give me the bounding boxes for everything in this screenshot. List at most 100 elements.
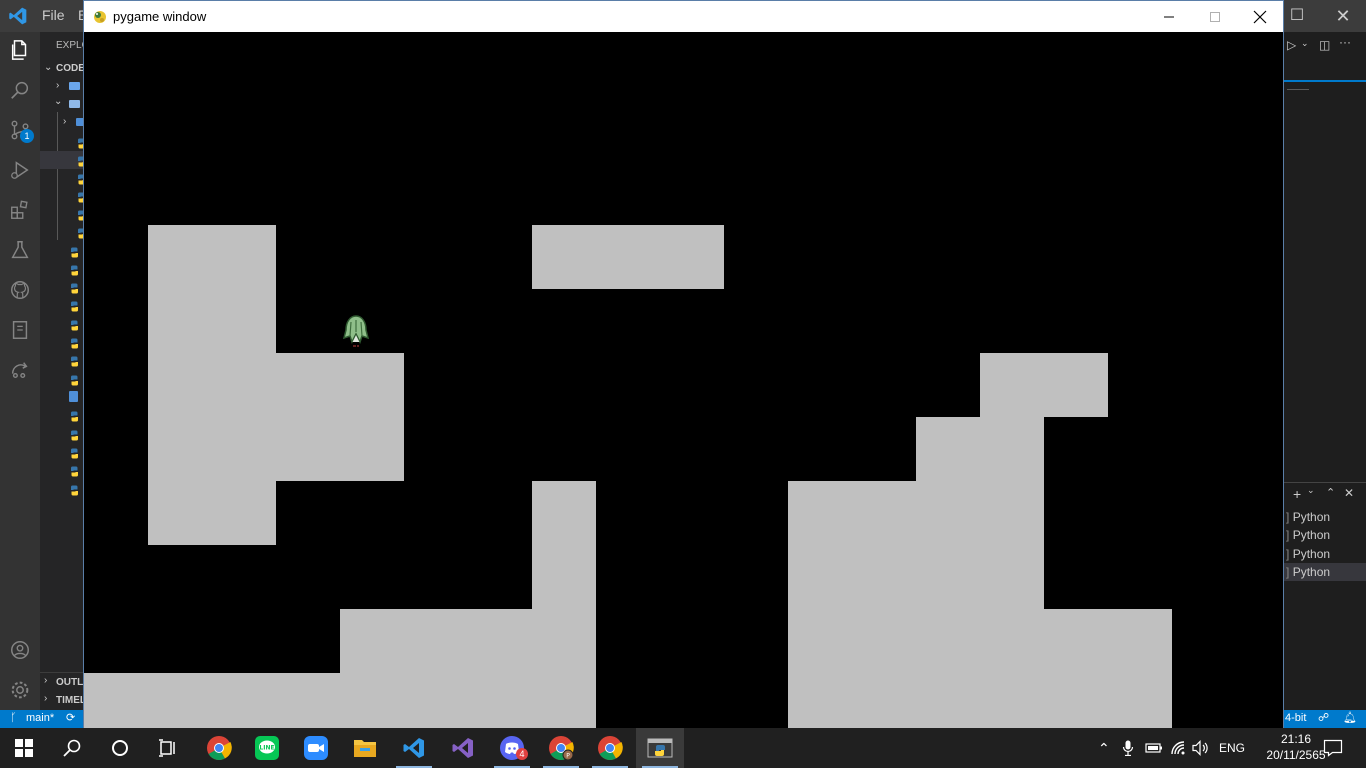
branch-name[interactable]: main*	[26, 712, 54, 724]
clock[interactable]: 21:16 20/11/2565	[1265, 731, 1327, 763]
vscode-icon[interactable]	[390, 728, 438, 768]
text-file-icon[interactable]	[69, 391, 78, 402]
folder-open-icon[interactable]	[69, 100, 80, 108]
remote-explorer-icon[interactable]	[8, 358, 32, 382]
terminal-item[interactable]: ] Python	[1283, 545, 1366, 563]
chevron-down-icon[interactable]: ⌄	[54, 96, 62, 107]
new-terminal-icon[interactable]: +	[1293, 486, 1301, 502]
minimize-icon[interactable]	[1146, 1, 1192, 32]
chrome-icon[interactable]	[195, 728, 243, 768]
python-file-icon[interactable]	[69, 446, 80, 459]
wifi-icon[interactable]	[1170, 740, 1186, 756]
chevron-down-icon[interactable]: ⌄	[1307, 485, 1315, 496]
explorer-sidebar: EXPLO ⌄ CODE › ⌄ ›	[40, 32, 84, 710]
microphone-icon[interactable]	[1122, 740, 1134, 756]
volume-icon[interactable]	[1192, 740, 1210, 756]
input-language[interactable]: ENG	[1219, 741, 1245, 755]
maximize-icon[interactable]	[1192, 1, 1238, 32]
chrome-icon[interactable]	[586, 728, 634, 768]
terminal-label: Python	[1292, 547, 1331, 561]
feedback-icon[interactable]: ☍	[1318, 711, 1329, 724]
line-icon[interactable]: LINE	[243, 728, 291, 768]
terminal-item[interactable]: ] Python	[1283, 508, 1366, 526]
svg-text:LINE: LINE	[259, 745, 274, 752]
explorer-icon[interactable]	[8, 38, 32, 62]
chevron-down-icon[interactable]: ⌄	[44, 62, 52, 73]
split-editor-icon[interactable]: ◫	[1319, 38, 1330, 52]
pygame-titlebar[interactable]: pygame window	[84, 1, 1283, 32]
vscode-close-icon[interactable]: ✕	[1320, 4, 1366, 28]
python-file-icon[interactable]	[69, 299, 80, 312]
encoding-indicator[interactable]: 4-bit	[1285, 712, 1306, 724]
more-actions-icon[interactable]: ···	[1339, 35, 1351, 49]
timeline-header[interactable]: TIMEL	[56, 695, 86, 706]
python-file-icon[interactable]	[69, 373, 80, 386]
notification-center-icon[interactable]	[1323, 739, 1343, 757]
close-panel-icon[interactable]: ✕	[1344, 486, 1354, 500]
notifications-bell-icon[interactable]: 🔔︎	[1343, 711, 1357, 724]
chevron-down-icon[interactable]: ⌄	[1301, 38, 1309, 49]
run-icon[interactable]: ▷	[1287, 38, 1296, 52]
platform-tile	[1044, 609, 1172, 728]
python-file-icon[interactable]	[69, 336, 80, 349]
terminal-label: Python	[1292, 565, 1331, 579]
editor-actions: ▷ ⌄ ◫ ···	[1287, 35, 1357, 52]
extensions-icon[interactable]	[8, 198, 32, 222]
platform-tile	[532, 481, 596, 728]
terminal-label: Python	[1292, 510, 1331, 524]
platform-tile	[340, 609, 532, 728]
tree-indent-guide	[57, 112, 58, 240]
chevron-right-icon[interactable]: ›	[44, 693, 47, 704]
visual-studio-icon[interactable]	[439, 728, 487, 768]
close-icon[interactable]	[1237, 1, 1283, 32]
python-file-icon[interactable]	[69, 464, 80, 477]
python-icon[interactable]	[636, 728, 684, 768]
terminal-item[interactable]: ] Python	[1283, 526, 1366, 544]
chevron-right-icon[interactable]: ›	[56, 80, 59, 91]
file-explorer-icon[interactable]	[341, 728, 389, 768]
github-icon[interactable]	[8, 278, 32, 302]
notebook-icon[interactable]	[8, 318, 32, 342]
platform-tile	[980, 353, 1108, 417]
zoom-icon[interactable]	[292, 728, 340, 768]
battery-icon[interactable]	[1145, 741, 1163, 755]
branch-icon[interactable]: ᚴ	[10, 712, 17, 724]
python-file-icon[interactable]	[69, 483, 80, 496]
workspace-header[interactable]: CODE	[56, 63, 84, 74]
run-debug-icon[interactable]	[8, 158, 32, 182]
chrome-profile-icon[interactable]: P	[537, 728, 585, 768]
python-file-icon[interactable]	[69, 354, 80, 367]
platform-tile	[532, 225, 724, 289]
menu-file[interactable]: File	[42, 7, 65, 23]
task-view-icon[interactable]	[144, 728, 192, 768]
python-file-icon[interactable]	[69, 428, 80, 441]
explorer-header: EXPLO	[56, 40, 84, 51]
search-icon[interactable]	[8, 78, 32, 102]
chevron-right-icon[interactable]: ›	[44, 675, 47, 686]
python-file-icon[interactable]	[69, 318, 80, 331]
search-icon[interactable]	[48, 728, 96, 768]
python-file-icon[interactable]	[69, 263, 80, 276]
python-file-icon[interactable]	[69, 245, 80, 258]
testing-icon[interactable]	[8, 238, 32, 262]
maximize-panel-icon[interactable]: ⌃	[1326, 486, 1335, 499]
clock-time: 21:16	[1280, 732, 1312, 746]
account-icon[interactable]	[8, 638, 32, 662]
outline-header[interactable]: OUTLI	[56, 677, 86, 688]
terminal-panel: + ⌄ ⌃ ✕ ] Python ] Python ] Python ] Pyt…	[1283, 482, 1366, 710]
discord-icon[interactable]: 4	[488, 728, 536, 768]
python-file-icon[interactable]	[69, 281, 80, 294]
terminal-item-active[interactable]: ] Python	[1283, 563, 1366, 581]
source-control-badge: 1	[20, 129, 34, 143]
settings-gear-icon[interactable]	[8, 678, 32, 702]
python-file-icon[interactable]	[69, 409, 80, 422]
sync-icon[interactable]: ⟳	[66, 711, 75, 724]
start-icon[interactable]	[0, 728, 48, 768]
tray-expand-icon[interactable]: ⌃	[1098, 740, 1110, 757]
chevron-right-icon[interactable]: ›	[63, 116, 66, 127]
folder-icon[interactable]	[69, 82, 80, 90]
platform-tile	[84, 673, 340, 728]
cortana-icon[interactable]	[96, 728, 144, 768]
svg-text:P: P	[566, 753, 570, 760]
game-canvas[interactable]	[84, 32, 1283, 728]
